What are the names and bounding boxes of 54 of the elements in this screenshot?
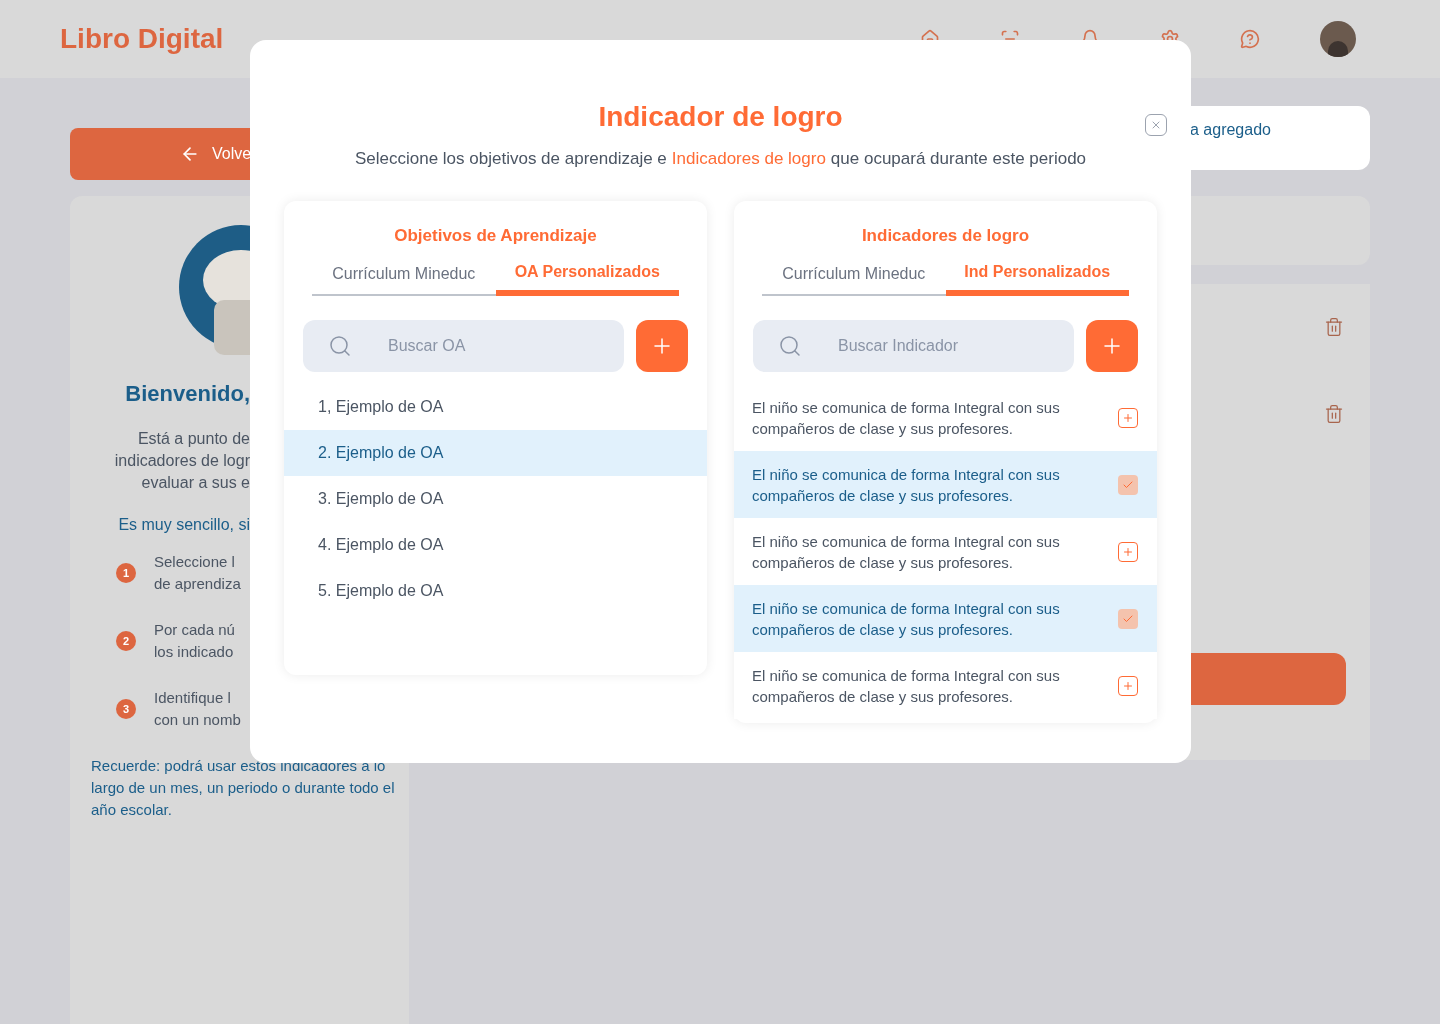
step-number: 3 [116, 699, 136, 719]
intro-text: evaluar a sus e [141, 473, 250, 493]
indicator-row[interactable]: El niño se comunica de forma Integral con sus compañeros de clase y sus profesores. [734, 384, 1157, 451]
subtitle-highlight: Indicadores de logro [671, 148, 826, 170]
intro-text: Está a punto de [137, 429, 250, 449]
step-number: 1 [116, 563, 136, 583]
indicator-text: El niño se comunica de forma Integral con sus compañeros de clase y sus profesores. [752, 397, 1061, 439]
search-icon [328, 334, 352, 358]
step-text: Por cada nú [154, 620, 235, 640]
close-icon [1150, 119, 1162, 131]
indicator-row[interactable]: El niño se comunica de forma Integral con sus compañeros de clase y sus profesores. [734, 518, 1157, 585]
indicator-text: El niño se comunica de forma Integral con sus compañeros de clase y sus profesores. [752, 598, 1061, 640]
step-text: con un nomb [154, 710, 241, 730]
search-icon [778, 334, 802, 358]
hint-text: Es muy sencillo, si [118, 515, 250, 535]
indicator-row[interactable]: El niño se comunica de forma Integral con sus compañeros de clase y sus profesores. [734, 652, 1157, 719]
search-field[interactable]: Buscar OA [303, 320, 624, 372]
intro-text: indicadores de logr [114, 451, 250, 471]
objective-row[interactable]: 4. Ejemplo de OA [284, 522, 707, 568]
objective-row[interactable]: 3. Ejemplo de OA [284, 476, 707, 522]
tab[interactable]: Currículum Mineduc [762, 260, 946, 296]
add-icon[interactable] [1118, 675, 1138, 696]
search-field[interactable]: Buscar Indicador [753, 320, 1074, 372]
checkbox-checked[interactable] [1118, 474, 1138, 495]
step-number: 2 [116, 631, 136, 651]
tab[interactable]: Currículum Mineduc [312, 260, 496, 296]
subtitle-text: que ocupará durante este periodo [830, 148, 1087, 170]
step-text: Seleccione l [154, 552, 236, 572]
indicator-row[interactable]: El niño se comunica de forma Integral con sus compañeros de clase y sus profesores. [734, 585, 1157, 652]
welcome-title: Bienvenido, [125, 380, 250, 408]
step-text: Identifique l [154, 688, 232, 708]
step-text: los indicado [154, 642, 235, 662]
add-icon[interactable] [1118, 541, 1138, 562]
indicator-text: El niño se comunica de forma Integral con sus compañeros de clase y sus profesores. [752, 531, 1061, 573]
objective-row[interactable]: 2. Ejemplo de OA [284, 430, 707, 476]
trash-icon[interactable] [1324, 317, 1344, 337]
objective-row[interactable]: 5. Ejemplo de OA [284, 568, 707, 614]
add-icon[interactable] [1118, 407, 1138, 428]
close-button[interactable] [1145, 114, 1167, 136]
add-button[interactable] [636, 320, 688, 372]
indicator-text: El niño se comunica de forma Integral con sus compañeros de clase y sus profesores. [752, 665, 1061, 707]
help-icon[interactable] [1240, 29, 1260, 49]
panel-title: Objetivos de Aprendizaje [393, 224, 598, 247]
panel-title: Indicadores de logro [860, 224, 1031, 247]
trash-icon[interactable] [1324, 404, 1344, 424]
indicator-text: El niño se comunica de forma Integral con sus compañeros de clase y sus profesores. [752, 464, 1061, 506]
checkbox-checked[interactable] [1118, 608, 1138, 629]
objective-row[interactable]: 1, Ejemplo de OA [284, 384, 707, 430]
indicator-row[interactable]: El niño se comunica de forma Integral con sus compañeros de clase y sus profesores. [734, 451, 1157, 518]
add-button[interactable] [1086, 320, 1138, 372]
modal-title: Indicador de logro [598, 100, 843, 134]
step-text: de aprendiza [154, 574, 241, 594]
avatar[interactable] [1320, 21, 1356, 57]
banner-text: a agregado [1190, 121, 1271, 138]
